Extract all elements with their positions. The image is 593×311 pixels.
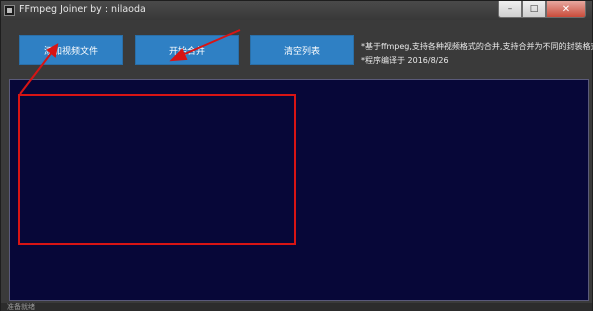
info-text-line1: *基于ffmpeg,支持各种视频格式的合并,支持合并为不同的封装格式: [361, 42, 593, 51]
close-icon[interactable]: ✕: [546, 1, 586, 18]
app-icon: [4, 5, 15, 16]
window-controls: – □ ✕: [498, 1, 586, 18]
minimize-icon[interactable]: –: [498, 1, 522, 18]
status-text: 准备就绪: [7, 303, 35, 311]
window-title: FFmpeg Joiner by : nilaoda: [19, 4, 146, 15]
status-bar: 准备就绪: [1, 303, 592, 311]
maximize-icon[interactable]: □: [522, 1, 546, 18]
clear-list-button[interactable]: 清空列表: [250, 35, 354, 65]
info-text-line2: *程序编译于 2016/8/26: [361, 56, 449, 65]
annotation-highlight-box: [18, 94, 296, 245]
start-merge-button[interactable]: 开始合并: [135, 35, 239, 65]
title-bar[interactable]: FFmpeg Joiner by : nilaoda – □ ✕: [1, 1, 592, 20]
add-video-button[interactable]: 添加视频文件: [19, 35, 123, 65]
